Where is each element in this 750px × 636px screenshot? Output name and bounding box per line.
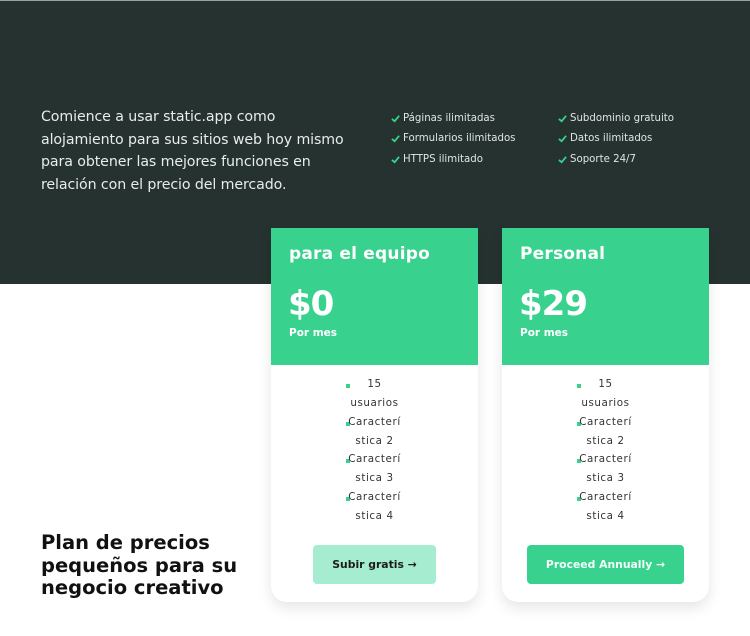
- pricing-card-team: para el equipo $0 Por mes 15 usuarios Car…: [271, 228, 478, 602]
- card-header: para el equipo $0 Por mes: [271, 228, 478, 365]
- feature-item: Formularios ilimitados: [391, 129, 515, 150]
- subscribe-free-button[interactable]: Subir gratis →: [313, 545, 436, 584]
- check-icon: [558, 135, 567, 143]
- plan-feature-item: 15 usuarios: [502, 378, 709, 416]
- feature-item: Datos ilimitados: [558, 129, 674, 150]
- plan-feature-item: Caracterí stica 3: [502, 453, 709, 491]
- pricing-card-personal: Personal $29 Por mes 15 usuarios Caracter…: [502, 228, 709, 602]
- feature-list-1: Páginas ilimitadas Formularios ilimitado…: [391, 108, 515, 170]
- check-icon: [391, 115, 400, 123]
- plan-price: $0: [288, 284, 334, 324]
- plan-feature-item: Caracterí stica 2: [271, 416, 478, 454]
- card-header: Personal $29 Por mes: [502, 228, 709, 365]
- proceed-annually-button[interactable]: Proceed Annually →: [527, 545, 684, 584]
- plan-feature-item: Caracterí stica 3: [271, 453, 478, 491]
- feature-list-2: Subdominio gratuito Datos ilimitados Sop…: [558, 108, 674, 170]
- plan-feature-item: 15 usuarios: [271, 378, 478, 416]
- feature-item: Páginas ilimitadas: [391, 108, 515, 129]
- intro-text: Comience a usar static.app como alojamie…: [41, 109, 344, 193]
- plan-name: para el equipo: [289, 244, 430, 264]
- check-icon: [391, 135, 400, 143]
- section-heading: Plan de precios pequeños para su negocio…: [41, 531, 238, 599]
- feature-item: HTTPS ilimitado: [391, 149, 515, 170]
- plan-feature-item: Caracterí stica 2: [502, 416, 709, 454]
- check-icon: [558, 156, 567, 164]
- plan-period: Por mes: [520, 327, 569, 339]
- plan-feature-item: Caracterí stica 4: [502, 491, 709, 529]
- feature-item: Soporte 24/7: [558, 149, 674, 170]
- plan-price: $29: [519, 284, 588, 324]
- feature-item: Subdominio gratuito: [558, 108, 674, 129]
- check-icon: [558, 115, 567, 123]
- plan-feature-list: 15 usuarios Caracterí stica 2 Caracterí sti…: [271, 378, 478, 528]
- plan-period: Por mes: [289, 327, 338, 339]
- plan-feature-item: Caracterí stica 4: [271, 491, 478, 529]
- plan-name: Personal: [520, 244, 606, 264]
- check-icon: [391, 156, 400, 164]
- plan-feature-list: 15 usuarios Caracterí stica 2 Caracterí sti…: [502, 378, 709, 528]
